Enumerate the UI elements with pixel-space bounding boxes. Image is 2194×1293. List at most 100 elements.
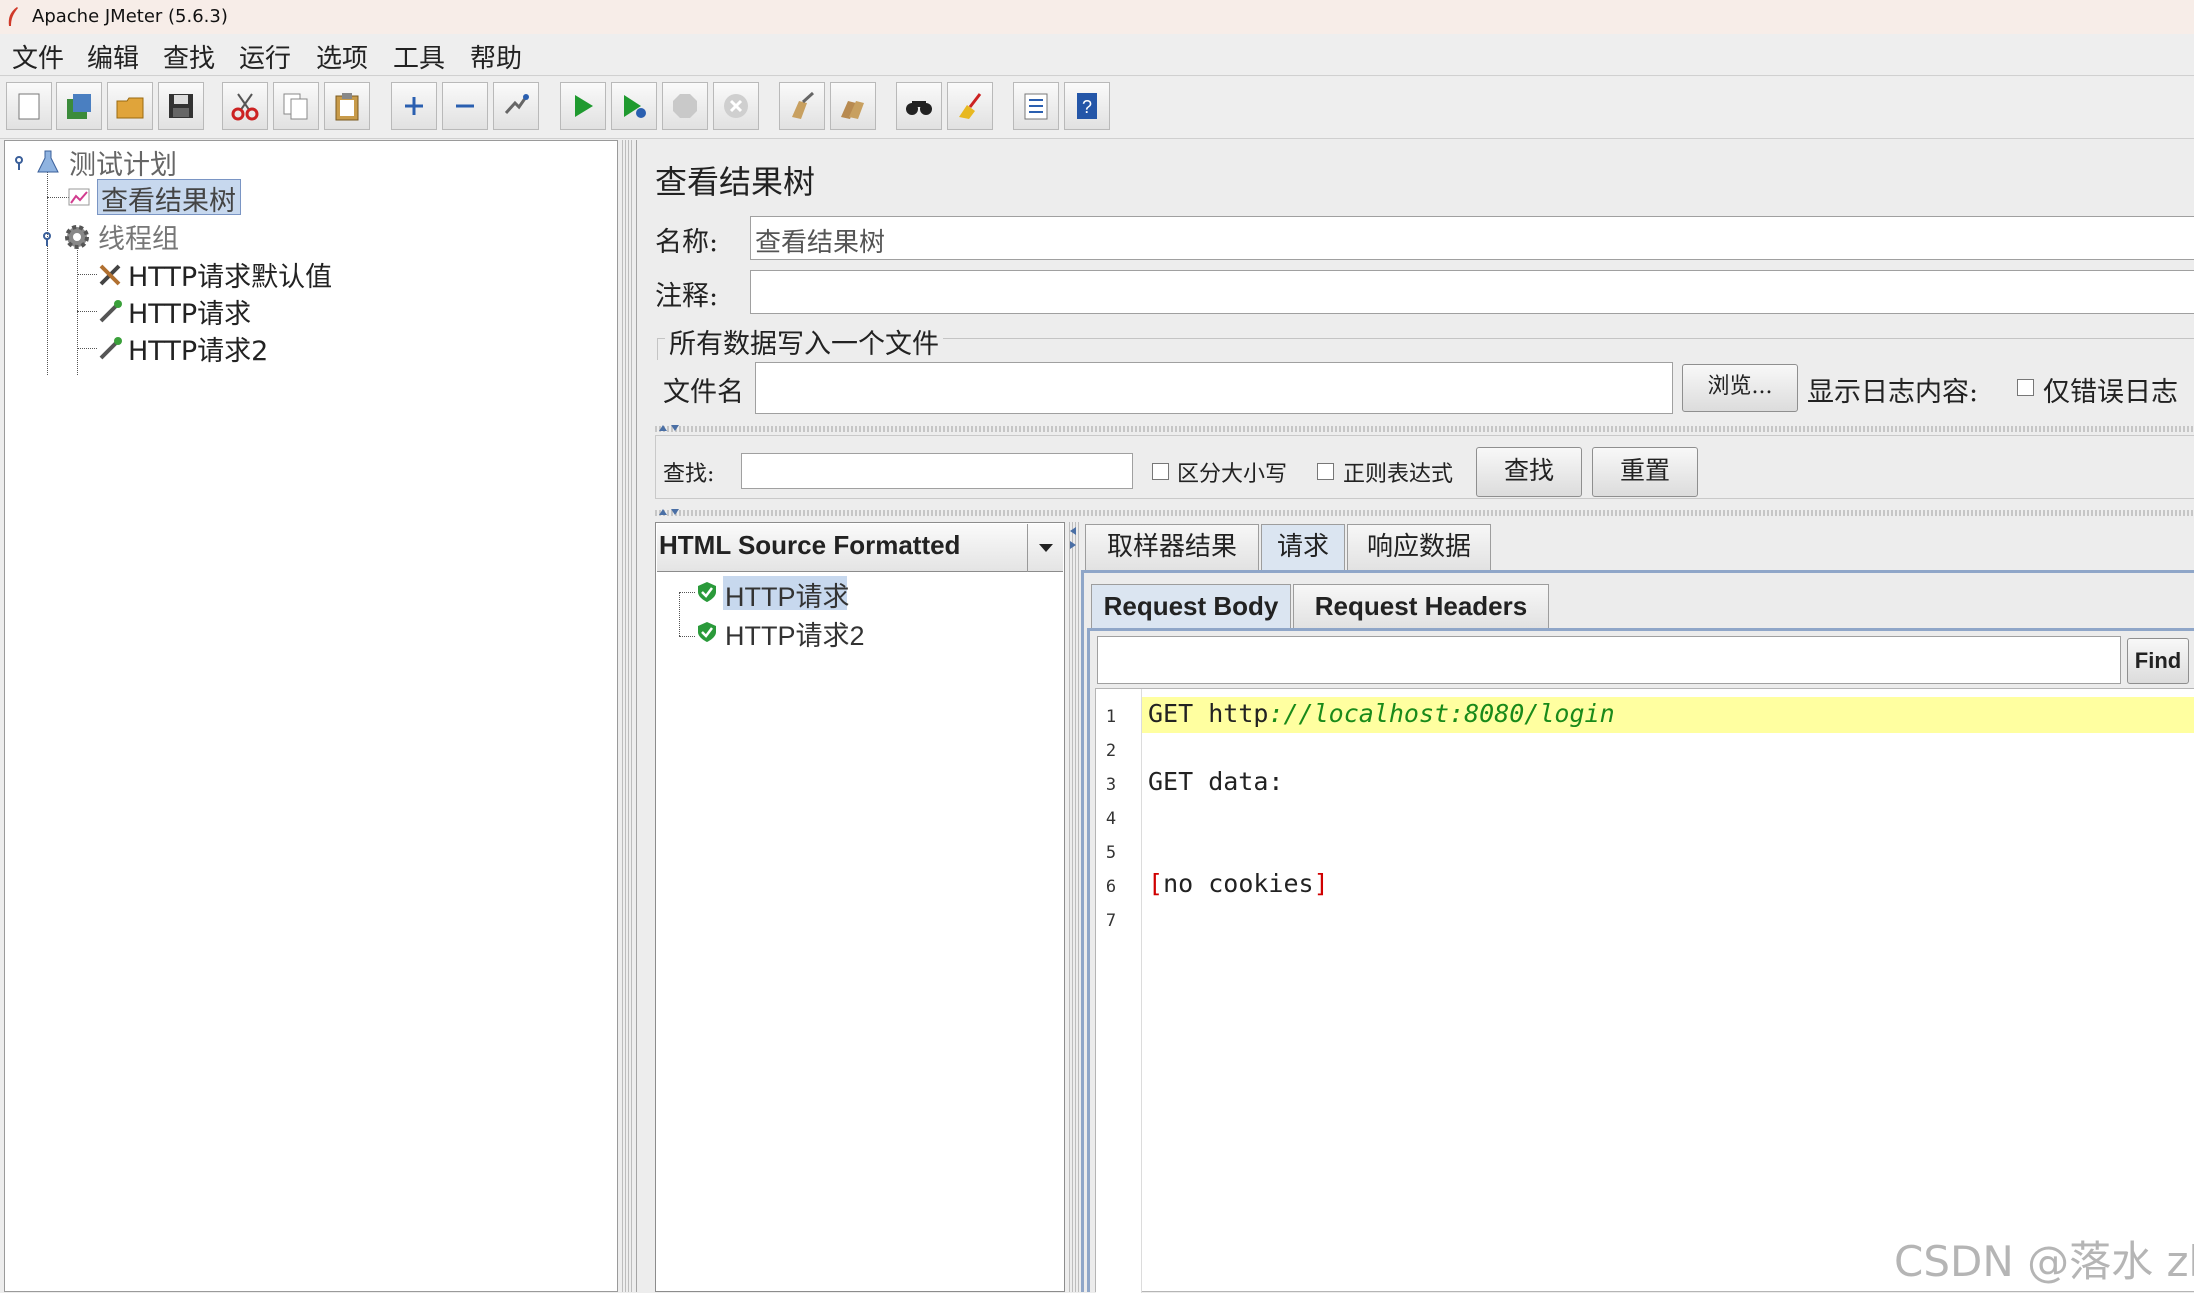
- code-line-3: GET data:: [1148, 767, 1284, 796]
- url-path: ://localhost:8080/login: [1268, 699, 1615, 728]
- renderer-dropdown-button[interactable]: [1027, 524, 1063, 572]
- name-label: 名称:: [655, 227, 719, 258]
- reset-button[interactable]: 重置: [1592, 447, 1698, 497]
- expand-all-button[interactable]: [391, 82, 437, 130]
- tree-item-thread-group[interactable]: 线程组: [98, 217, 179, 256]
- menu-edit[interactable]: 编辑: [87, 38, 139, 75]
- tab-response-data[interactable]: 响应数据: [1347, 524, 1491, 570]
- body-find-button[interactable]: Find: [2127, 638, 2189, 684]
- clear-button[interactable]: [779, 82, 825, 130]
- copy-button[interactable]: [273, 82, 319, 130]
- tree-toggle-icon[interactable]: [41, 231, 53, 247]
- stop-button[interactable]: [662, 82, 708, 130]
- shutdown-button[interactable]: [713, 82, 759, 130]
- tab-request[interactable]: 请求: [1261, 524, 1345, 570]
- tree-connector: [77, 274, 97, 275]
- tree-connector: [77, 348, 97, 349]
- line-number: 2: [1105, 741, 1117, 761]
- menu-run[interactable]: 运行: [239, 38, 291, 75]
- tree-item-http-defaults[interactable]: HTTP请求默认值: [128, 255, 332, 294]
- renderer-select-value: HTML Source Formatted: [659, 530, 961, 560]
- save-button[interactable]: [158, 82, 204, 130]
- split-pane-divider[interactable]: [620, 140, 634, 1292]
- search-button[interactable]: [896, 82, 942, 130]
- templates-button[interactable]: [56, 82, 102, 130]
- results-split-divider[interactable]: [1067, 522, 1079, 1292]
- name-input[interactable]: 查看结果树: [750, 216, 2194, 260]
- templates-icon: [67, 94, 91, 119]
- tree-item-results-tree[interactable]: 查看结果树: [101, 179, 236, 218]
- tree-connector: [679, 592, 680, 636]
- copy-icon: [283, 93, 308, 120]
- sampler-pipette-icon: [99, 300, 122, 323]
- splitter-handle[interactable]: [655, 510, 2194, 516]
- renderer-select[interactable]: HTML Source Formatted: [657, 524, 1063, 572]
- shutdown-icon: [724, 94, 748, 118]
- chevron-down-icon: [1039, 544, 1053, 552]
- new-button[interactable]: [6, 82, 52, 130]
- expand-icon: [405, 97, 423, 115]
- browse-button[interactable]: 浏览...: [1682, 364, 1798, 412]
- comment-input[interactable]: [750, 270, 2194, 314]
- help-button[interactable]: ?: [1064, 82, 1110, 130]
- clear-all-button[interactable]: [830, 82, 876, 130]
- file-group-border: [657, 338, 658, 360]
- paste-icon: [335, 93, 359, 121]
- tree-connector: [47, 197, 69, 198]
- comment-label: 注释:: [655, 281, 719, 312]
- thread-group-gear-icon: [65, 225, 89, 249]
- splitter-arrows-icon[interactable]: [1068, 525, 1078, 553]
- tree-connector: [77, 311, 97, 312]
- tree-item-http-request-2[interactable]: HTTP请求2: [128, 329, 268, 368]
- window-title: Apache JMeter (5.6.3): [32, 6, 228, 27]
- tree-toggle-icon[interactable]: [13, 155, 25, 171]
- svg-text:?: ?: [1082, 97, 1092, 117]
- splitter-arrows-icon[interactable]: [657, 507, 685, 517]
- cut-icon: [231, 93, 259, 121]
- start-no-pause-icon: [624, 95, 646, 118]
- menu-file[interactable]: 文件: [12, 38, 64, 75]
- reset-search-button[interactable]: [947, 82, 993, 130]
- request-body-editor[interactable]: 1 GET http://localhost:8080/login 2 3 GE…: [1095, 688, 2194, 1293]
- menu-tools[interactable]: 工具: [393, 38, 445, 75]
- bracket-open: [: [1148, 869, 1164, 898]
- find-button[interactable]: 查找: [1476, 447, 1582, 497]
- menu-help[interactable]: 帮助: [470, 38, 522, 75]
- toggle-icon: [504, 94, 529, 115]
- body-find-input[interactable]: [1097, 636, 2121, 684]
- subtab-request-body[interactable]: Request Body: [1091, 584, 1291, 628]
- filename-input[interactable]: [755, 362, 1673, 414]
- regex-checkbox[interactable]: [1317, 463, 1334, 480]
- menu-search[interactable]: 查找: [163, 38, 215, 75]
- case-sensitive-checkbox[interactable]: [1152, 463, 1169, 480]
- search-input[interactable]: [741, 453, 1133, 489]
- new-icon: [18, 93, 40, 120]
- menu-options[interactable]: 选项: [316, 38, 368, 75]
- tree-connector: [77, 245, 78, 375]
- errors-only-checkbox[interactable]: [2017, 379, 2034, 396]
- tree-connector: [679, 592, 695, 593]
- splitter-handle[interactable]: [655, 426, 2194, 432]
- results-tree-panel: 查看结果树 名称: 查看结果树 注释: 所有数据写入一个文件 文件名 浏览...…: [636, 140, 2194, 1293]
- splitter-arrows-icon[interactable]: [657, 423, 685, 433]
- save-icon: [169, 94, 193, 118]
- function-helper-button[interactable]: [1013, 82, 1059, 130]
- panel-title: 查看结果树: [655, 163, 816, 201]
- subtab-request-headers[interactable]: Request Headers: [1293, 584, 1549, 628]
- cut-button[interactable]: [222, 82, 268, 130]
- sample-item-http-request[interactable]: HTTP请求: [725, 575, 850, 614]
- open-button[interactable]: [107, 82, 153, 130]
- start-button[interactable]: [560, 82, 606, 130]
- tree-item-http-request[interactable]: HTTP请求: [128, 292, 251, 331]
- toggle-button[interactable]: [493, 82, 539, 130]
- collapse-all-button[interactable]: [442, 82, 488, 130]
- tree-connector: [679, 636, 695, 637]
- tab-sampler-result[interactable]: 取样器结果: [1085, 524, 1259, 570]
- tree-item-test-plan[interactable]: 测试计划: [69, 143, 177, 182]
- sampler-pipette-icon: [99, 337, 122, 360]
- paste-button[interactable]: [324, 82, 370, 130]
- start-no-pauses-button[interactable]: [611, 82, 657, 130]
- reset-search-icon: [959, 93, 982, 119]
- code-line-6: [no cookies]: [1148, 869, 1329, 898]
- sample-item-http-request-2[interactable]: HTTP请求2: [725, 614, 865, 653]
